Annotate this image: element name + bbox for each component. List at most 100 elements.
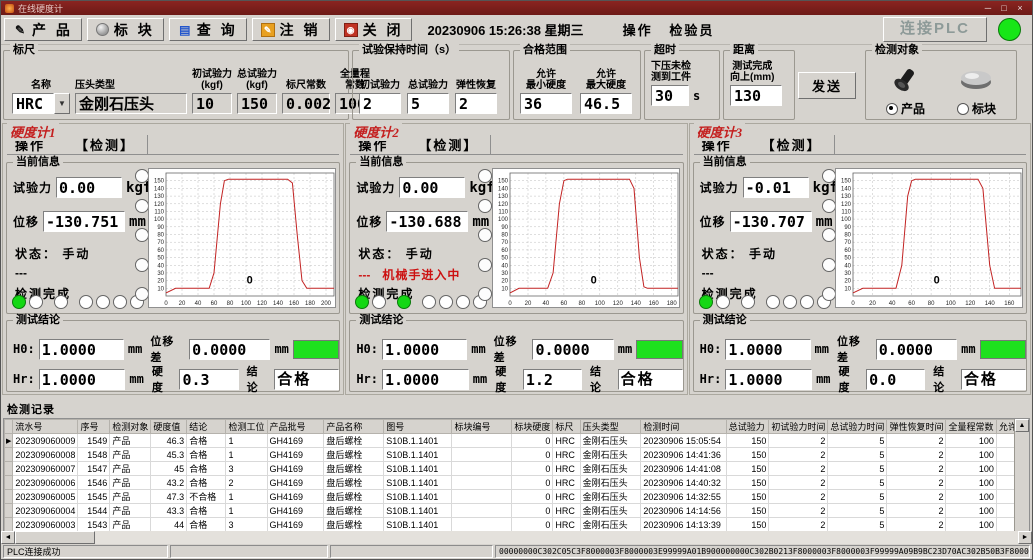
scroll-right-icon[interactable]: ► bbox=[1018, 531, 1032, 544]
column-header[interactable]: 初试验力时间 bbox=[769, 420, 828, 434]
column-header[interactable]: 标块编号 bbox=[452, 420, 512, 434]
column-header[interactable]: 标尺 bbox=[553, 420, 580, 434]
table-cell[interactable] bbox=[452, 434, 512, 448]
table-row[interactable]: ▶2023090600091549产品46.3合格1GH4169盘后螺栓S10B… bbox=[5, 434, 1029, 448]
table-cell[interactable]: 1 bbox=[226, 490, 267, 504]
table-cell[interactable]: 产品 bbox=[110, 462, 151, 476]
table-cell[interactable]: 20230906 14:14:56 bbox=[641, 504, 726, 518]
row-selector[interactable] bbox=[5, 462, 13, 476]
table-cell[interactable]: S10B.1.1401 bbox=[384, 434, 452, 448]
table-cell[interactable]: 合格 bbox=[187, 462, 226, 476]
table-cell[interactable]: 1 bbox=[226, 434, 267, 448]
column-header[interactable]: 总试验力时间 bbox=[828, 420, 887, 434]
table-cell[interactable]: 202309060008 bbox=[13, 448, 78, 462]
column-header[interactable]: 流水号 bbox=[13, 420, 78, 434]
table-cell[interactable]: 盘后螺栓 bbox=[324, 448, 384, 462]
table-cell[interactable]: 43.3 bbox=[151, 504, 187, 518]
table-cell[interactable]: 2 bbox=[769, 434, 828, 448]
query-button[interactable]: ▤ 查 询 bbox=[169, 18, 247, 41]
table-cell[interactable]: 1547 bbox=[78, 462, 110, 476]
table-cell[interactable]: 盘后螺栓 bbox=[324, 518, 384, 532]
block-button[interactable]: 标 块 bbox=[87, 18, 164, 41]
logout-button[interactable]: ✎ 注 销 bbox=[252, 18, 330, 41]
table-cell[interactable]: 44 bbox=[151, 518, 187, 532]
table-cell[interactable]: 盘后螺栓 bbox=[324, 490, 384, 504]
table-row[interactable]: 2023090600071547产品45合格3GH4169盘后螺栓S10B.1.… bbox=[5, 462, 1029, 476]
close-app-button[interactable]: ◉ 关 闭 bbox=[335, 18, 413, 41]
close-button[interactable]: × bbox=[1012, 2, 1028, 14]
table-cell[interactable]: 0 bbox=[512, 448, 553, 462]
table-cell[interactable]: 合格 bbox=[187, 434, 226, 448]
table-cell[interactable]: 5 bbox=[828, 448, 887, 462]
table-cell[interactable]: 150 bbox=[726, 434, 769, 448]
table-row[interactable]: 2023090600051545产品47.3不合格1GH4169盘后螺栓S10B… bbox=[5, 490, 1029, 504]
table-cell[interactable]: GH4169 bbox=[267, 490, 324, 504]
table-cell[interactable]: 43.2 bbox=[151, 476, 187, 490]
table-cell[interactable]: 2 bbox=[887, 434, 946, 448]
table-cell[interactable]: 合格 bbox=[187, 504, 226, 518]
column-header[interactable]: 硬度值 bbox=[151, 420, 187, 434]
table-cell[interactable] bbox=[452, 462, 512, 476]
tab-detect[interactable]: 【检测】 bbox=[760, 135, 835, 154]
scale-name-value[interactable]: HRC bbox=[12, 93, 54, 114]
max-hardness-value[interactable]: 46.5 bbox=[580, 93, 632, 114]
table-cell[interactable]: 金刚石压头 bbox=[580, 504, 641, 518]
scroll-up-icon[interactable]: ▲ bbox=[1015, 419, 1029, 432]
table-cell[interactable]: 46.3 bbox=[151, 434, 187, 448]
scroll-left-icon[interactable]: ◄ bbox=[1, 531, 15, 544]
column-header[interactable]: 检测工位 bbox=[226, 420, 267, 434]
table-cell[interactable]: 盘后螺栓 bbox=[324, 504, 384, 518]
table-cell[interactable]: 0 bbox=[512, 490, 553, 504]
product-button[interactable]: ✎ 产 品 bbox=[4, 18, 82, 41]
table-cell[interactable]: 金刚石压头 bbox=[580, 434, 641, 448]
table-cell[interactable]: 产品 bbox=[110, 448, 151, 462]
table-cell[interactable]: GH4169 bbox=[267, 462, 324, 476]
minimize-button[interactable]: ─ bbox=[980, 2, 996, 14]
table-cell[interactable]: 金刚石压头 bbox=[580, 448, 641, 462]
table-cell[interactable]: 盘后螺栓 bbox=[324, 434, 384, 448]
table-cell[interactable]: 20230906 14:41:08 bbox=[641, 462, 726, 476]
table-cell[interactable]: GH4169 bbox=[267, 504, 324, 518]
table-cell[interactable]: 100 bbox=[946, 476, 996, 490]
table-cell[interactable]: 5 bbox=[828, 462, 887, 476]
table-cell[interactable]: S10B.1.1401 bbox=[384, 476, 452, 490]
table-cell[interactable]: GH4169 bbox=[267, 448, 324, 462]
scale-name-dropdown[interactable]: HRC ▼ bbox=[12, 93, 70, 114]
table-cell[interactable]: HRC bbox=[553, 476, 580, 490]
row-selector[interactable]: ▶ bbox=[5, 434, 13, 448]
table-cell[interactable]: 金刚石压头 bbox=[580, 490, 641, 504]
column-header[interactable]: 标块硬度 bbox=[512, 420, 553, 434]
table-cell[interactable]: S10B.1.1401 bbox=[384, 462, 452, 476]
table-cell[interactable]: 产品 bbox=[110, 434, 151, 448]
table-cell[interactable]: 0 bbox=[512, 434, 553, 448]
table-cell[interactable]: 150 bbox=[726, 476, 769, 490]
table-cell[interactable]: 100 bbox=[946, 462, 996, 476]
table-cell[interactable]: 产品 bbox=[110, 518, 151, 532]
hold-f3-value[interactable]: 2 bbox=[455, 93, 497, 114]
table-cell[interactable]: 1546 bbox=[78, 476, 110, 490]
table-cell[interactable]: 1 bbox=[226, 504, 267, 518]
table-cell[interactable]: 0 bbox=[512, 462, 553, 476]
column-header[interactable]: 图号 bbox=[384, 420, 452, 434]
table-cell[interactable]: 150 bbox=[726, 518, 769, 532]
hold-f2-value[interactable]: 5 bbox=[407, 93, 449, 114]
table-cell[interactable]: 2 bbox=[769, 490, 828, 504]
table-cell[interactable]: 1 bbox=[226, 448, 267, 462]
table-cell[interactable]: 45.3 bbox=[151, 448, 187, 462]
table-cell[interactable]: 2 bbox=[887, 504, 946, 518]
table-cell[interactable]: 2 bbox=[887, 518, 946, 532]
table-cell[interactable]: 202309060004 bbox=[13, 504, 78, 518]
column-header[interactable]: 结论 bbox=[187, 420, 226, 434]
table-cell[interactable]: S10B.1.1401 bbox=[384, 448, 452, 462]
row-selector[interactable] bbox=[5, 476, 13, 490]
table-cell[interactable]: 150 bbox=[726, 490, 769, 504]
table-cell[interactable]: 合格 bbox=[187, 448, 226, 462]
table-cell[interactable] bbox=[452, 490, 512, 504]
table-cell[interactable]: 150 bbox=[726, 504, 769, 518]
table-cell[interactable]: 202309060003 bbox=[13, 518, 78, 532]
column-header[interactable]: 全量程常数 bbox=[946, 420, 996, 434]
table-cell[interactable]: S10B.1.1401 bbox=[384, 518, 452, 532]
min-hardness-value[interactable]: 36 bbox=[520, 93, 572, 114]
row-selector[interactable] bbox=[5, 504, 13, 518]
table-cell[interactable] bbox=[452, 518, 512, 532]
